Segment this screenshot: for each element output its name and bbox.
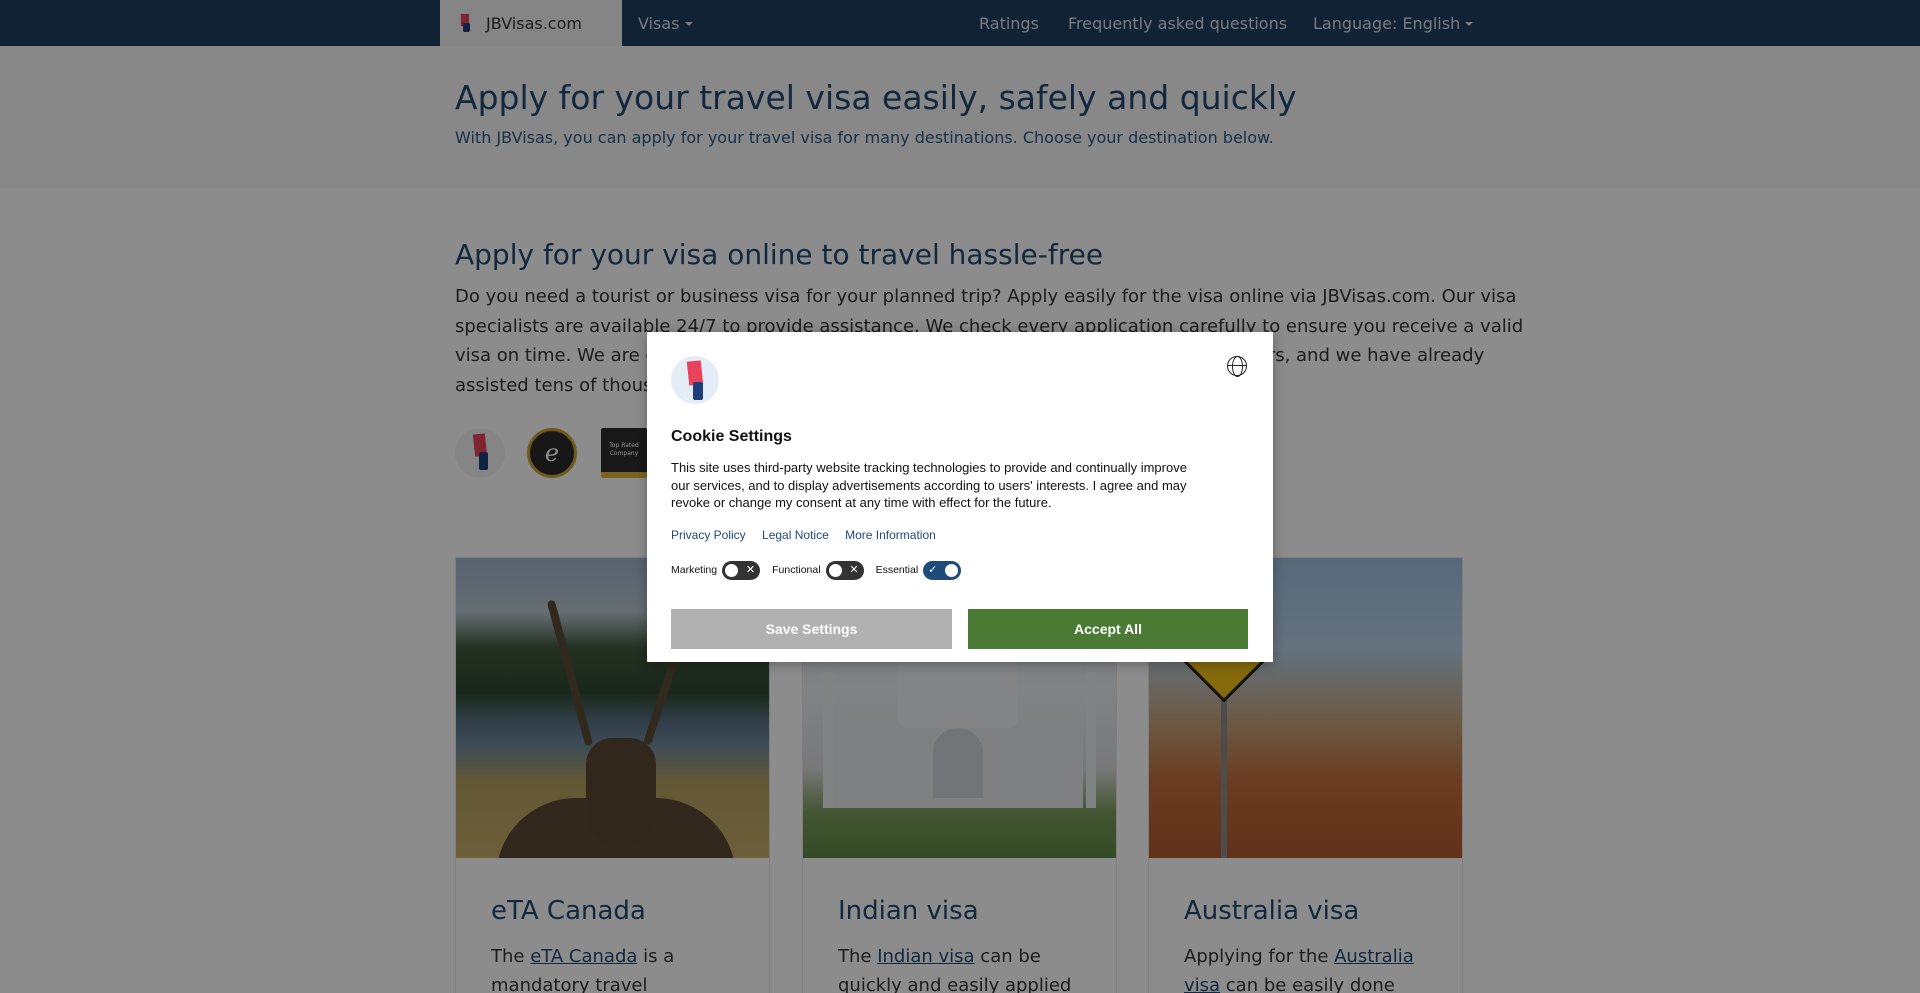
- toggle-label-functional: Functional: [772, 564, 821, 576]
- consent-toggles: Marketing ✕ Functional ✕ Essential ✓: [671, 560, 973, 580]
- cookie-body-line: revoke or change my consent at any time …: [671, 495, 1052, 510]
- jbvisas-logo-icon: [671, 356, 719, 404]
- cookie-body-line: our services, and to display advertiseme…: [671, 477, 1187, 493]
- close-icon: ✕: [849, 563, 859, 576]
- toggle-label-essential: Essential: [875, 564, 919, 576]
- close-icon: ✕: [745, 563, 756, 576]
- marketing-toggle[interactable]: ✕: [722, 560, 761, 580]
- privacy-policy-link[interactable]: Privacy Policy: [671, 528, 746, 542]
- functional-toggle[interactable]: ✕: [825, 560, 864, 580]
- cookie-settings-dialog: Cookie Settings This site uses third-par…: [647, 332, 1273, 662]
- cookie-body-line: This site uses third-party website track…: [671, 460, 1187, 475]
- legal-notice-link[interactable]: Legal Notice: [762, 528, 829, 542]
- cookie-dialog-title: Cookie Settings: [671, 428, 792, 445]
- cookie-dialog-body: This site uses third-party website track…: [671, 459, 1251, 512]
- check-icon: ✓: [928, 563, 938, 576]
- accept-all-button[interactable]: Accept All: [968, 609, 1248, 649]
- more-information-link[interactable]: More Information: [845, 528, 936, 542]
- toggle-label-marketing: Marketing: [671, 564, 718, 576]
- save-settings-button[interactable]: Save Settings: [671, 609, 952, 649]
- essential-toggle[interactable]: ✓: [923, 560, 962, 580]
- globe-icon[interactable]: [1227, 356, 1247, 377]
- cookie-links: Privacy Policy Legal Notice More Informa…: [671, 528, 949, 542]
